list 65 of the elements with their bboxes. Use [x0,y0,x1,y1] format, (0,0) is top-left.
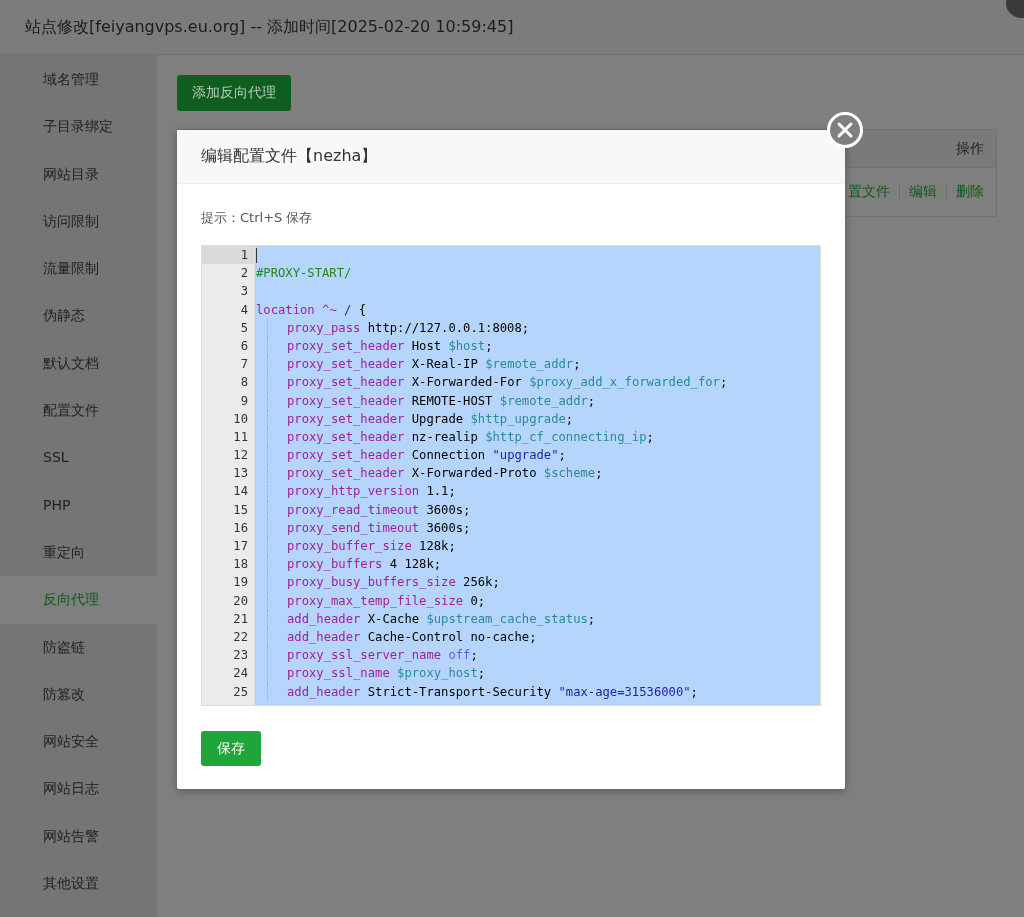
column-header: 操作 [956,139,984,158]
row-action-link[interactable]: 删除 [956,183,984,201]
code-line: location ^~ / { [256,302,367,317]
line-number: 7 [202,355,255,374]
code-line: proxy_set_header Connection "upgrade"; [287,448,566,463]
code-line: proxy_buffers 4 128k; [287,557,442,572]
sidebar-item[interactable]: 网站告警 [0,812,157,861]
line-number: 18 [202,555,255,574]
code-line: add_header Strict-Transport-Security "max-age=31536000"; [287,684,698,699]
line-number: 24 [202,664,255,683]
window-title: 站点修改[feiyangvps.eu.org] -- 添加时间[2025-02-20 10:59:45] [25,16,514,38]
code-line: proxy_send_timeout 3600s; [287,520,471,535]
line-number: 17 [202,537,255,556]
code-line: add_header X-Cache $upstream_cache_status; [287,611,596,626]
sidebar-item[interactable]: PHP [0,481,157,529]
code-line: proxy_set_header X-Real-IP $remote_addr; [287,357,581,372]
sidebar-item[interactable]: 网站安全 [0,718,157,766]
code-line: proxy_read_timeout 3600s; [287,502,471,517]
code-line: add_header Cache-Control no-cache; [287,629,537,644]
line-number: 19 [202,573,255,592]
sidebar-item[interactable]: 网站目录 [0,150,157,198]
code-line: proxy_buffer_size 128k; [287,539,456,553]
code-line: proxy_set_header Upgrade $http_upgrade; [287,411,574,426]
sidebar-item[interactable]: 反向代理 [0,576,157,624]
save-button[interactable]: 保存 [201,731,261,766]
line-number: 12 [202,446,255,465]
line-number: 23 [202,646,255,665]
code-line: proxy_http_version 1.1; [287,484,456,499]
sidebar-item[interactable]: 配置文件 [0,387,157,435]
row-action-link[interactable]: 置文件 [848,183,890,201]
text-cursor [256,248,257,263]
line-number: 2 [202,264,255,283]
sidebar-item[interactable]: 重定向 [0,528,157,577]
sidebar-item[interactable]: 其他设置 [0,860,157,908]
line-number: 1 [202,246,255,265]
code-line: proxy_set_header Host $host; [287,338,493,353]
sidebar-item[interactable]: 默认文档 [0,339,157,388]
sidebar-item[interactable]: 访问限制 [0,197,157,246]
code-line: proxy_ssl_name $proxy_host; [287,666,486,681]
modal-title: 编辑配置文件【nezha】 [201,146,378,167]
sidebar-item[interactable]: 伪静态 [0,292,157,340]
sidebar-item[interactable]: 子目录绑定 [0,103,157,151]
code-line: proxy_set_header X-Forwarded-Proto $scheme; [287,466,603,481]
hint-text: 提示：Ctrl+S 保存 [201,209,314,227]
sidebar-item[interactable]: 域名管理 [0,56,157,104]
sidebar-item[interactable]: SSL [0,434,157,482]
code-line: proxy_max_temp_file_size 0; [287,593,486,608]
code-line: proxy_set_header REMOTE-HOST $remote_addr; [287,393,596,408]
sidebar-item[interactable]: 防篡改 [0,670,157,719]
add-proxy-button[interactable]: 添加反向代理 [177,75,291,111]
line-number: 13 [202,464,255,483]
code-line: #PROXY-START/ [256,266,352,281]
code-line: proxy_set_header X-Forwarded-For $proxy_add_x_forwarded_for; [287,375,728,390]
sidebar-item[interactable]: 网站日志 [0,765,157,813]
code-editor[interactable] [201,245,821,706]
code-line: proxy_pass http://127.0.0.1:8008; [287,320,530,335]
sidebar-item[interactable]: 防盗链 [0,623,157,671]
line-number: 14 [202,482,255,501]
line-number: 8 [202,373,255,392]
code-line: proxy_set_header nz-realip $http_cf_connecting_ip; [287,429,654,444]
line-number: 3 [202,282,255,301]
code-line: proxy_ssl_server_name off; [287,648,478,663]
row-action-link[interactable]: 编辑 [909,183,937,201]
sidebar-item[interactable]: 流量限制 [0,245,157,293]
code-line: proxy_busy_buffers_size 256k; [287,575,500,590]
